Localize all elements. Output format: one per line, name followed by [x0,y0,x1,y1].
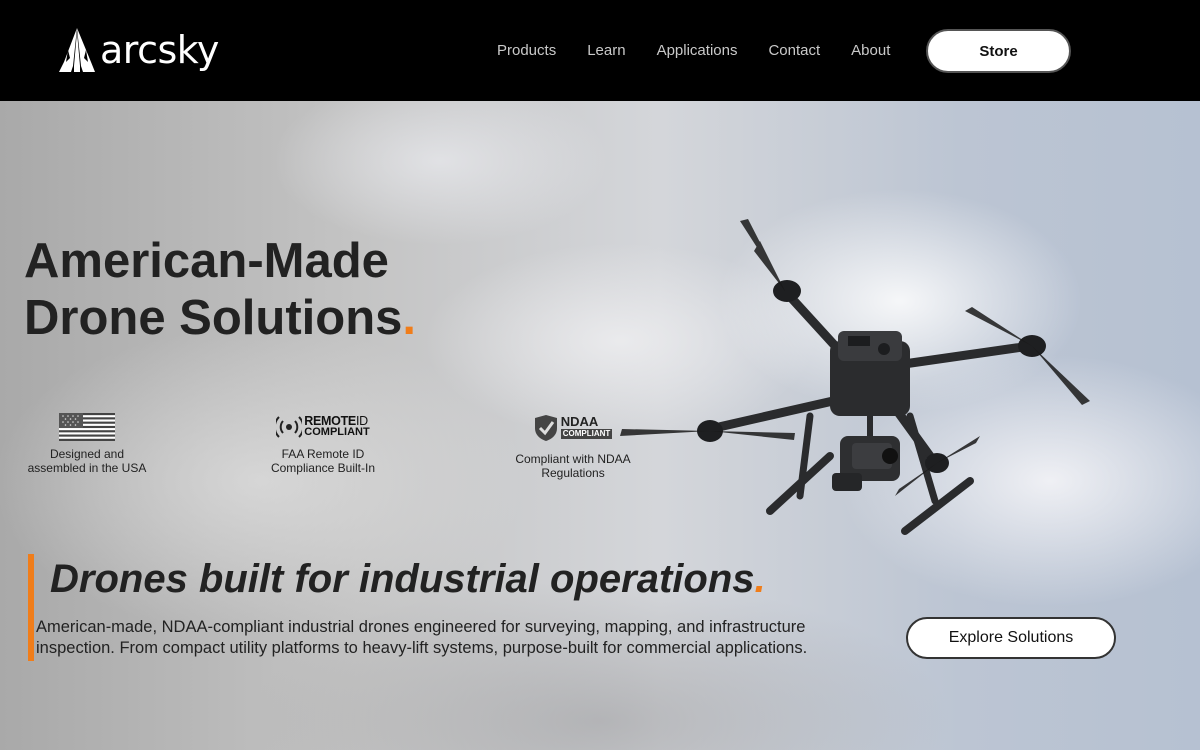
hero-title-line2: Drone Solutions [24,291,403,345]
nav-applications[interactable]: Applications [657,42,738,60]
badge-remote-id: REMOTEID COMPLIANT FAA Remote ID Complia… [258,414,388,475]
nav-about[interactable]: About [851,42,890,60]
hero-description: American-made, NDAA-compliant industrial… [36,618,808,657]
badge-usa-caption-2: assembled in the USA [27,461,147,475]
ndaa-logo-line2: COMPLIANT [560,429,613,439]
hero-section: American-Made Drone Solutions. Designed … [0,101,1200,750]
hero-title: American-Made Drone Solutions. [24,233,416,347]
badge-remote-id-caption-2: Compliance Built-In [270,461,376,475]
nav-products[interactable]: Products [497,42,556,60]
badge-ndaa: NDAA COMPLIANT Compliant with NDAA Regul… [508,413,638,480]
ndaa-shield-icon [534,415,557,441]
remote-id-logo: REMOTEID COMPLIANT [258,414,388,440]
logo[interactable]: arcsky [58,28,219,72]
badge-ndaa-caption-1: Compliant with NDAA [515,452,631,466]
nav-learn[interactable]: Learn [587,42,625,60]
ndaa-logo: NDAA COMPLIANT [508,413,638,443]
site-header: arcsky Products Learn Applications Conta… [0,0,1200,101]
remote-id-icon [276,416,303,438]
arcsky-logo-icon [59,28,95,72]
nav-contact[interactable]: Contact [768,42,820,60]
explore-solutions-button[interactable]: Explore Solutions [906,617,1116,659]
hero-title-line1: American-Made [24,234,389,288]
hero-subtitle: Drones built for industrial operations. [50,554,766,604]
us-flag-icon [59,413,115,441]
badge-remote-id-caption-1: FAA Remote ID [281,447,365,461]
remote-id-logo-line2: COMPLIANT [304,426,370,438]
store-button[interactable]: Store [926,29,1071,73]
ndaa-logo-line1: NDAA [560,414,599,429]
hero-subtitle-dot: . [754,557,766,601]
hero-subtitle-text: Drones built for industrial operations [50,557,755,601]
hero-title-dot: . [402,291,417,345]
logo-text: arcsky [100,28,219,72]
badge-usa-caption-1: Designed and [49,447,125,461]
main-nav: Products Learn Applications Contact Abou… [497,42,890,60]
badge-usa: Designed and assembled in the USA [27,413,147,475]
drone-image [620,219,1090,535]
badge-ndaa-caption-2: Regulations [541,466,605,480]
